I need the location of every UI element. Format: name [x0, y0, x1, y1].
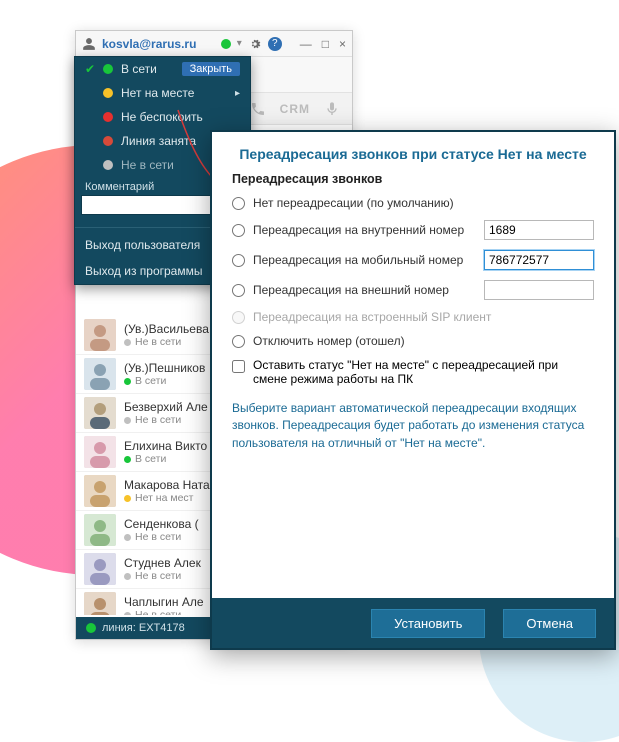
external-number-input[interactable] — [484, 280, 594, 300]
window-controls: — □ × — [300, 37, 346, 51]
opt-label: Отключить номер (отошел) — [253, 334, 594, 348]
contact-name: Безверхий Але — [124, 400, 208, 414]
radio-sip — [232, 311, 245, 324]
status-dot-offline — [103, 160, 113, 170]
avatar — [84, 553, 116, 585]
keep-status-checkbox[interactable] — [232, 360, 245, 373]
titlebar: kosvla@rarus.ru ▾ ? — □ × — [76, 31, 352, 57]
maximize-button[interactable]: □ — [322, 37, 329, 51]
opt-internal[interactable]: Переадресация на внутренний номер — [232, 220, 594, 240]
contact-status: Не в сети — [135, 531, 181, 544]
opt-sip: Переадресация на встроенный SIP клиент — [232, 310, 594, 324]
status-label: Не беспокоить — [121, 110, 203, 124]
contact-name: Чаплыгин Але — [124, 595, 204, 609]
opt-label: Нет переадресации (по умолчанию) — [253, 196, 594, 210]
contact-name: (Ув.)Васильева — [124, 322, 209, 336]
avatar — [84, 514, 116, 546]
opt-none[interactable]: Нет переадресации (по умолчанию) — [232, 196, 594, 210]
close-panel-button[interactable]: Закрыть — [182, 62, 240, 76]
contact-name: (Ув.)Пешников — [124, 361, 205, 375]
apply-button[interactable]: Установить — [371, 609, 485, 638]
help-text: Выберите вариант автоматической переадре… — [232, 400, 594, 452]
avatar — [84, 475, 116, 507]
status-dot-away — [103, 88, 113, 98]
status-dot-online — [103, 64, 113, 74]
avatar — [84, 592, 116, 615]
gear-icon[interactable] — [248, 37, 262, 51]
status-dot-busy — [103, 136, 113, 146]
group-label: Переадресация звонков — [232, 172, 594, 186]
phone-icon — [250, 101, 266, 117]
contact-status: В сети — [135, 375, 166, 388]
opt-label: Переадресация на встроенный SIP клиент — [253, 310, 594, 324]
contact-name: Студнев Алек — [124, 556, 201, 570]
contact-name: Сенденкова ( — [124, 517, 199, 531]
status-online[interactable]: ✔ В сети Закрыть — [75, 57, 250, 81]
radio-off[interactable] — [232, 335, 245, 348]
contact-status: Не в сети — [135, 609, 181, 615]
line-label: линия: EXT4178 — [102, 622, 185, 634]
mic-icon — [324, 101, 340, 117]
line-status-dot — [86, 623, 96, 633]
status-dot-dnd — [103, 112, 113, 122]
contact-status: В сети — [135, 453, 166, 466]
status-label: Линия занята — [121, 134, 196, 148]
close-button[interactable]: × — [339, 37, 346, 51]
contact-name: Макарова Ната — [124, 478, 210, 492]
radio-none[interactable] — [232, 197, 245, 210]
help-icon[interactable]: ? — [268, 37, 282, 51]
opt-label: Переадресация на внешний номер — [253, 283, 476, 297]
minimize-button[interactable]: — — [300, 37, 312, 51]
dialog-title: Переадресация звонков при статусе Нет на… — [212, 132, 614, 172]
presence-dot — [221, 39, 231, 49]
contact-status: Нет на мест — [135, 492, 193, 505]
opt-external[interactable]: Переадресация на внешний номер — [232, 280, 594, 300]
contact-status: Не в сети — [135, 414, 181, 427]
status-label: Нет на месте — [121, 86, 194, 100]
crm-label: CRM — [280, 102, 310, 116]
status-dnd[interactable]: Не беспокоить — [75, 105, 250, 129]
avatar — [84, 397, 116, 429]
mobile-number-input[interactable] — [484, 250, 594, 270]
opt-off[interactable]: Отключить номер (отошел) — [232, 334, 594, 348]
forwarding-dialog: Переадресация звонков при статусе Нет на… — [210, 130, 616, 650]
internal-number-input[interactable] — [484, 220, 594, 240]
radio-external[interactable] — [232, 284, 245, 297]
status-label: В сети — [121, 62, 157, 76]
dropdown-chevron-icon[interactable]: ▾ — [237, 38, 242, 49]
user-email: kosvla@rarus.ru — [102, 37, 215, 51]
avatar — [84, 436, 116, 468]
opt-mobile[interactable]: Переадресация на мобильный номер — [232, 250, 594, 270]
checkbox-label: Оставить статус "Нет на месте" с переадр… — [253, 358, 594, 386]
contact-name: Елихина Викто — [124, 439, 207, 453]
contact-status: Не в сети — [135, 336, 181, 349]
chevron-right-icon: ▸ — [235, 88, 240, 99]
radio-mobile[interactable] — [232, 254, 245, 267]
contact-status: Не в сети — [135, 570, 181, 583]
avatar — [84, 358, 116, 390]
cancel-button[interactable]: Отмена — [503, 609, 596, 638]
opt-label: Переадресация на мобильный номер — [253, 253, 476, 267]
opt-label: Переадресация на внутренний номер — [253, 223, 476, 237]
radio-internal[interactable] — [232, 224, 245, 237]
status-away[interactable]: Нет на месте ▸ — [75, 81, 250, 105]
dialog-footer: Установить Отмена — [212, 598, 614, 648]
user-icon — [82, 37, 96, 51]
keep-status-checkbox-row[interactable]: Оставить статус "Нет на месте" с переадр… — [232, 358, 594, 386]
check-icon: ✔ — [85, 62, 95, 76]
avatar — [84, 319, 116, 351]
status-label: Не в сети — [121, 158, 174, 172]
